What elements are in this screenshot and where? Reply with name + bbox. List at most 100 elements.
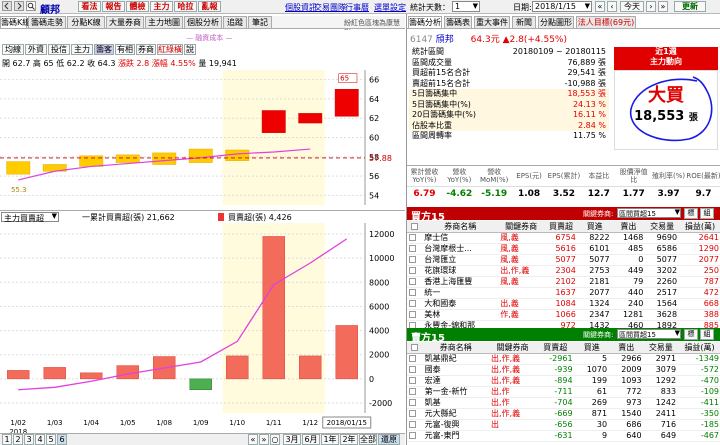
- checkbox-icon[interactable]: [407, 408, 423, 420]
- tab-branch-k[interactable]: 分點K線: [67, 16, 105, 28]
- cell[interactable]: 元大縣紀: [422, 408, 490, 420]
- tab-big-volume[interactable]: 大量券商: [106, 16, 144, 28]
- table-row[interactable]: 元大縣紀 出,作,義 -669 871 1540 2411 -350: [407, 408, 720, 420]
- checkbox-icon[interactable]: [407, 276, 423, 288]
- cell[interactable]: 美林: [422, 309, 499, 321]
- cell[interactable]: 台灣摩根士...: [422, 243, 499, 255]
- col-header[interactable]: 關鍵券商: [498, 221, 545, 233]
- table-row[interactable]: 摩士信 風,義 6754 8222 1468 9690 2641: [407, 232, 720, 244]
- col-header[interactable]: 損益(萬): [678, 342, 720, 354]
- sell-agent-select[interactable]: 區間買超15 ▼: [617, 329, 681, 339]
- table-row[interactable]: 香港上海匯豐 風,義 2102 2181 79 2260 787: [407, 276, 720, 288]
- col-header[interactable]: 買賣超: [544, 221, 578, 233]
- page-5[interactable]: 5: [46, 434, 56, 445]
- col-header[interactable]: 買進: [574, 342, 610, 354]
- col-header[interactable]: 買賣超: [535, 342, 575, 354]
- checkbox-icon[interactable]: [407, 243, 423, 255]
- opt-broker[interactable]: 券商: [136, 44, 156, 55]
- cell[interactable]: 凱基: [422, 397, 490, 409]
- tab-events[interactable]: 重大事件: [474, 16, 510, 28]
- table-row[interactable]: 凱基鼎紀 出,作,義 -2961 5 2966 2971 -1349: [407, 353, 720, 365]
- checkbox-icon[interactable]: [407, 232, 423, 244]
- page-2[interactable]: 2: [13, 434, 23, 445]
- col-header[interactable]: 券商名稱: [422, 221, 499, 233]
- checkbox-icon[interactable]: [407, 265, 423, 277]
- checkbox-icon[interactable]: [407, 254, 423, 266]
- cell[interactable]: 花旗環球: [422, 265, 499, 277]
- link-team[interactable]: 交易團隊: [314, 2, 346, 13]
- tab-chip-table[interactable]: 籌碼表: [444, 16, 472, 28]
- zoom-in-icon[interactable]: »: [259, 434, 269, 445]
- col-header[interactable]: 買進: [577, 221, 612, 233]
- checkbox-icon[interactable]: [407, 364, 423, 376]
- table-row[interactable]: 第一金-新竹 出,作 -711 61 772 833 -109: [407, 386, 720, 398]
- table-row[interactable]: 台灣摩根士... 風,義 5616 6101 485 6586 1290: [407, 243, 720, 255]
- tab-branch-chart[interactable]: 分點圖形: [538, 16, 574, 28]
- btn-rumor[interactable]: 亂報: [198, 1, 221, 12]
- link-stock-info[interactable]: 個股資訊: [285, 2, 317, 13]
- page-1[interactable]: 1: [2, 434, 12, 445]
- search-icon[interactable]: ○: [270, 434, 280, 445]
- search-icon[interactable]: [26, 1, 36, 11]
- opt-foreign[interactable]: 外資: [25, 44, 47, 55]
- table-row[interactable]: 宏達 出,作,義 -894 199 1093 1292 -470: [407, 375, 720, 387]
- table-row[interactable]: 凱基 出,作 -704 269 973 1242 -411: [407, 397, 720, 409]
- select-all-icon[interactable]: [407, 342, 423, 354]
- opt-help[interactable]: 說: [184, 44, 196, 55]
- col-header[interactable]: 賣出: [611, 221, 646, 233]
- next-button[interactable]: ›: [646, 1, 656, 12]
- page-6[interactable]: 6: [57, 434, 67, 445]
- forward-icon[interactable]: [14, 1, 24, 11]
- opt-main[interactable]: 主力: [71, 44, 93, 55]
- update-button[interactable]: 更新: [674, 1, 706, 12]
- period-6m[interactable]: 6月: [302, 434, 320, 445]
- period-all[interactable]: 全部: [359, 434, 377, 445]
- col-header[interactable]: 關鍵券商: [489, 342, 536, 354]
- table-row[interactable]: 台灣匯立 風,義 5077 5077 0 5077 2077: [407, 254, 720, 266]
- tab-news[interactable]: 新聞: [512, 16, 536, 28]
- opt-ma[interactable]: 均線: [2, 44, 24, 55]
- days-select[interactable]: 1 ▼: [452, 1, 480, 12]
- buy-mark-button[interactable]: 標: [684, 208, 698, 219]
- btn-report[interactable]: 報告: [102, 1, 125, 12]
- cell[interactable]: 元富-復興: [422, 419, 490, 431]
- checkbox-icon[interactable]: [407, 430, 423, 442]
- page-3[interactable]: 3: [24, 434, 34, 445]
- table-row[interactable]: 花旗環球 出,作,義 2304 2753 449 3202 250: [407, 265, 720, 277]
- tab-notes[interactable]: 筆記: [248, 16, 272, 28]
- col-header[interactable]: 交易量: [645, 221, 680, 233]
- cell[interactable]: 台灣匯立: [422, 254, 499, 266]
- link-calendar[interactable]: 行事曆: [345, 2, 369, 13]
- checkbox-icon[interactable]: [407, 397, 423, 409]
- restore-button[interactable]: 還原: [378, 434, 400, 445]
- opt-trust[interactable]: 投信: [48, 44, 70, 55]
- checkbox-icon[interactable]: [407, 353, 423, 365]
- col-header[interactable]: 券商名稱: [422, 342, 490, 354]
- page-4[interactable]: 4: [35, 434, 45, 445]
- checkbox-icon[interactable]: [407, 309, 423, 321]
- cell[interactable]: 凱基鼎紀: [422, 353, 490, 365]
- opt-chip[interactable]: 籌客: [94, 44, 114, 55]
- tab-chip-trend[interactable]: 籌碼走勢: [28, 16, 66, 28]
- sell-group-button[interactable]: 組: [700, 329, 714, 340]
- prev-button[interactable]: ‹: [607, 1, 617, 12]
- opt-red-green[interactable]: 紅綠橫: [157, 44, 183, 55]
- tab-chip-k[interactable]: 籌碼K線: [0, 16, 30, 28]
- today-button[interactable]: 今天: [620, 1, 644, 12]
- next-day-button[interactable]: »: [658, 1, 668, 12]
- tab-chip-analysis[interactable]: 籌碼分析: [408, 16, 442, 28]
- date-select[interactable]: 2018/1/15 ▼: [532, 1, 592, 12]
- tab-main-map[interactable]: 主力地圖: [145, 16, 183, 28]
- checkbox-icon[interactable]: [407, 298, 423, 310]
- sell-mark-button[interactable]: 標: [684, 329, 698, 340]
- buy-agent-select[interactable]: 區間買超15 ▼: [617, 208, 681, 218]
- cell[interactable]: 國泰: [422, 364, 490, 376]
- cell[interactable]: 摩士信: [422, 232, 499, 244]
- net-buy-chart[interactable]: 12000 10000 8000 6000 4000 2000 0 -2000 1/02 1/03…: [0, 223, 405, 435]
- tab-target[interactable]: 法人目標(69元): [576, 16, 636, 28]
- opt-related[interactable]: 有相: [115, 44, 135, 55]
- period-3m[interactable]: 3月: [283, 434, 301, 445]
- checkbox-icon[interactable]: [407, 375, 423, 387]
- col-header[interactable]: 交易量: [643, 342, 679, 354]
- btn-check[interactable]: 體檢: [126, 1, 149, 12]
